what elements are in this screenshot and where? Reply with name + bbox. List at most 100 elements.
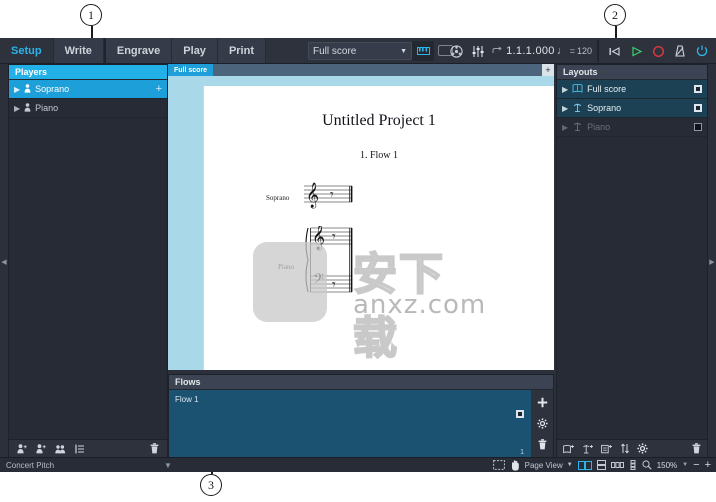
tempo-equals: = [569, 46, 575, 56]
dorico-window: Setup Write Engrave Play Print Full scor… [0, 38, 716, 472]
svg-text:𝄞: 𝄞 [306, 182, 319, 208]
flows-body: Flow 1 1 [169, 390, 553, 459]
status-bar: Concert Pitch ▼ Page View ▼ 150% ▼ − + [0, 457, 716, 472]
callout-3-number: 3 [200, 474, 222, 496]
mixer-faders-icon[interactable] [468, 41, 488, 61]
layouts-footer-toolbar [557, 439, 707, 459]
player-row-piano[interactable]: ▶ Piano [9, 99, 167, 118]
single-page-icon[interactable] [596, 460, 606, 470]
concert-pitch-label[interactable]: Concert Pitch [0, 461, 88, 470]
delete-flow-icon[interactable] [538, 437, 547, 455]
layout-checkbox[interactable] [694, 85, 702, 93]
layout-row-piano[interactable]: ▶ Piano [557, 118, 707, 137]
chevron-right-icon[interactable]: ▶ [14, 85, 20, 94]
go-to-start-button[interactable] [604, 41, 624, 61]
score-tab-full-score[interactable]: Full score [168, 64, 214, 76]
add-section-player-icon[interactable] [36, 441, 47, 459]
zoom-in-button[interactable]: + [705, 459, 711, 471]
soprano-staff: 𝄞 𝄾 [304, 182, 353, 208]
tab-print[interactable]: Print [217, 38, 266, 63]
zoom-level-value[interactable]: 150% [657, 461, 677, 470]
loop-icon[interactable] [490, 41, 504, 61]
add-full-score-layout-icon[interactable] [563, 441, 575, 459]
tab-setup[interactable]: Setup [0, 38, 54, 63]
part-layout-icon [572, 103, 583, 114]
transport-divider [597, 40, 599, 62]
layouts-panel: Layouts ▶ Full score ▶ Soprano ▶ Piano [556, 64, 708, 460]
add-solo-player-icon[interactable] [17, 441, 28, 459]
solo-player-icon [24, 102, 31, 114]
tab-play[interactable]: Play [172, 38, 218, 63]
svg-text:𝄾: 𝄾 [332, 278, 336, 293]
collapse-right-panel-handle[interactable]: ▶ [708, 64, 716, 460]
play-button[interactable] [626, 41, 646, 61]
svg-text:𝄢: 𝄢 [313, 271, 324, 290]
score-tab-strip: Full score + [168, 64, 554, 76]
mixer-icon[interactable] [446, 41, 466, 61]
part-layout-icon [572, 122, 583, 133]
status-dropdown-chevron[interactable]: ▼ [88, 461, 248, 470]
score-view: Full score + Untitled Project 1 1. Flow … [168, 64, 554, 370]
flow-row-flow1[interactable]: Flow 1 1 [169, 390, 531, 459]
collapse-left-panel-handle[interactable]: ◀ [0, 64, 8, 460]
tempo-display: ♩ = 120 [557, 45, 592, 57]
mode-tabs: Setup Write Engrave Play Print [0, 38, 266, 63]
layout-label: Piano [587, 122, 611, 132]
tab-engrave[interactable]: Engrave [105, 38, 173, 63]
score-page[interactable]: Untitled Project 1 1. Flow 1 Soprano 𝄞 𝄾… [203, 86, 554, 370]
piano-grand-staff: 𝄞 𝄢 𝄾 𝄾 [305, 226, 353, 293]
page-arrangement-icon[interactable] [629, 460, 637, 470]
chevron-right-icon[interactable]: ▶ [562, 123, 568, 132]
flow-checkbox[interactable] [516, 410, 524, 418]
player-row-soprano[interactable]: ▶ Soprano + [9, 80, 167, 99]
chevron-right-icon[interactable]: ▶ [562, 104, 568, 113]
flows-panel: Flows Flow 1 1 [168, 374, 554, 460]
chevron-down-icon: ▼ [164, 460, 172, 470]
view-controls: Page View ▼ 150% ▼ − + [492, 459, 716, 471]
layout-checkbox[interactable] [694, 123, 702, 131]
flow-heading: 1. Flow 1 [359, 150, 399, 161]
add-score-tab-button[interactable]: + [542, 64, 554, 76]
delete-player-icon[interactable] [150, 441, 159, 459]
zoom-icon[interactable] [642, 460, 652, 470]
delete-layout-icon[interactable] [692, 441, 701, 459]
player-list-icon[interactable] [75, 441, 85, 459]
zoom-out-button[interactable]: − [693, 459, 699, 471]
metronome-button[interactable] [670, 41, 690, 61]
flow-label: Flow 1 [175, 395, 199, 404]
layout-row-soprano[interactable]: ▶ Soprano [557, 99, 707, 118]
chevron-right-icon[interactable]: ▶ [562, 85, 568, 94]
power-button[interactable] [692, 41, 712, 61]
spreads-view-icon[interactable] [577, 460, 592, 470]
players-footer-toolbar [9, 439, 167, 459]
layouts-list: ▶ Full score ▶ Soprano ▶ Piano [557, 80, 707, 439]
players-list: ▶ Soprano + ▶ Piano [9, 80, 167, 439]
add-part-layout-icon[interactable] [582, 441, 594, 459]
keyboard-panel-icon[interactable] [412, 41, 434, 61]
sort-layouts-icon[interactable] [620, 441, 630, 459]
chevron-down-icon[interactable]: ▼ [682, 462, 688, 468]
add-flow-icon[interactable] [537, 395, 548, 413]
chevron-down-icon: ▼ [566, 462, 573, 468]
gallery-view-icon[interactable] [610, 461, 624, 469]
solo-player-icon [24, 83, 31, 95]
layout-row-full-score[interactable]: ▶ Full score [557, 80, 707, 99]
chevron-right-icon[interactable]: ▶ [14, 104, 20, 113]
flow-options-icon[interactable] [536, 416, 548, 434]
staff-label-piano: Piano [278, 263, 294, 271]
layout-options-icon[interactable] [637, 441, 648, 459]
record-button[interactable] [648, 41, 668, 61]
marquee-select-icon[interactable] [492, 460, 505, 470]
add-custom-layout-icon[interactable] [601, 441, 613, 459]
layout-checkbox[interactable] [694, 104, 702, 112]
score-selector-dropdown[interactable]: Full score ▼ [308, 42, 412, 60]
page-view-dropdown[interactable]: Page View ▼ [525, 461, 573, 470]
layouts-panel-title: Layouts [557, 65, 707, 80]
layout-label: Full score [587, 84, 627, 94]
hand-tool-icon[interactable] [510, 459, 520, 471]
add-instrument-button[interactable]: + [156, 83, 162, 95]
transport-controls: 1.1.1.000 ♩ = 120 [446, 38, 716, 64]
chevron-down-icon: ▼ [400, 47, 407, 55]
add-ensemble-icon[interactable] [55, 441, 67, 459]
tab-write[interactable]: Write [53, 38, 104, 63]
